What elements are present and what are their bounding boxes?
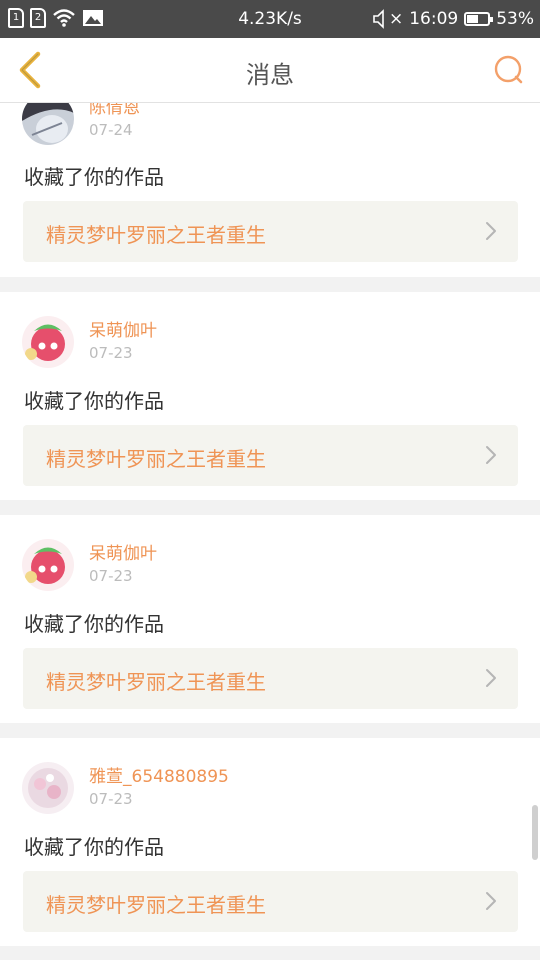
message-action: 收藏了你的作品 (24, 389, 164, 413)
username[interactable]: 呆萌伽叶 (89, 316, 157, 341)
message-date: 07-23 (89, 344, 133, 362)
avatar-image (22, 762, 74, 814)
message-action: 收藏了你的作品 (24, 612, 164, 636)
work-link[interactable]: 精灵梦叶罗丽之王者重生 (23, 648, 518, 709)
status-right: × 16:09 53% (373, 9, 534, 29)
username[interactable]: 陈倩恩 (89, 103, 140, 118)
message-card: 陈倩恩 07-24 收藏了你的作品 精灵梦叶罗丽之王者重生 (0, 103, 540, 277)
avatar[interactable] (22, 762, 74, 814)
avatar[interactable] (22, 103, 74, 145)
avatar[interactable] (22, 539, 74, 591)
work-title: 精灵梦叶罗丽之王者重生 (46, 670, 266, 694)
battery-fill (467, 15, 479, 23)
message-card: 雅萱_654880895 07-23 收藏了你的作品 精灵梦叶罗丽之王者重生 (0, 738, 540, 946)
work-link[interactable]: 精灵梦叶罗丽之王者重生 (23, 201, 518, 262)
work-link[interactable]: 精灵梦叶罗丽之王者重生 (23, 425, 518, 486)
battery-icon (464, 12, 494, 26)
work-title: 精灵梦叶罗丽之王者重生 (46, 447, 266, 471)
message-action: 收藏了你的作品 (24, 835, 164, 859)
app-header: 消息 (0, 38, 540, 103)
chevron-right-icon (486, 446, 496, 464)
username[interactable]: 雅萱_654880895 (89, 762, 229, 787)
message-list[interactable]: 陈倩恩 07-24 收藏了你的作品 精灵梦叶罗丽之王者重生 呆萌伽叶 07-23… (0, 103, 540, 960)
avatar[interactable] (22, 316, 74, 368)
avatar-image (22, 539, 74, 591)
battery-percent: 53% (496, 9, 534, 29)
status-bar: 1 2 4.23K/s × 16:09 53% (0, 0, 540, 38)
work-link[interactable]: 精灵梦叶罗丽之王者重生 (23, 871, 518, 932)
chevron-right-icon (486, 669, 496, 687)
avatar-image (22, 103, 74, 145)
message-card: 呆萌伽叶 07-23 收藏了你的作品 精灵梦叶罗丽之王者重生 (0, 292, 540, 500)
message-date: 07-24 (89, 121, 133, 139)
username[interactable]: 呆萌伽叶 (89, 539, 157, 564)
message-list-inner: 陈倩恩 07-24 收藏了你的作品 精灵梦叶罗丽之王者重生 呆萌伽叶 07-23… (0, 103, 540, 960)
search-icon (494, 55, 523, 84)
search-button[interactable] (486, 48, 530, 92)
message-date: 07-23 (89, 790, 133, 808)
work-title: 精灵梦叶罗丽之王者重生 (46, 893, 266, 917)
work-title: 精灵梦叶罗丽之王者重生 (46, 223, 266, 247)
page-title: 消息 (246, 61, 294, 89)
speaker-icon (373, 9, 384, 29)
avatar-image (22, 316, 74, 368)
clock: 16:09 (409, 9, 459, 29)
chevron-right-icon (486, 222, 496, 240)
scrollbar-thumb[interactable] (532, 805, 538, 860)
chevron-right-icon (486, 892, 496, 910)
message-card: 呆萌伽叶 07-23 收藏了你的作品 精灵梦叶罗丽之王者重生 (0, 515, 540, 723)
mute-mark: × (388, 9, 404, 29)
message-date: 07-23 (89, 567, 133, 585)
message-action: 收藏了你的作品 (24, 165, 164, 189)
